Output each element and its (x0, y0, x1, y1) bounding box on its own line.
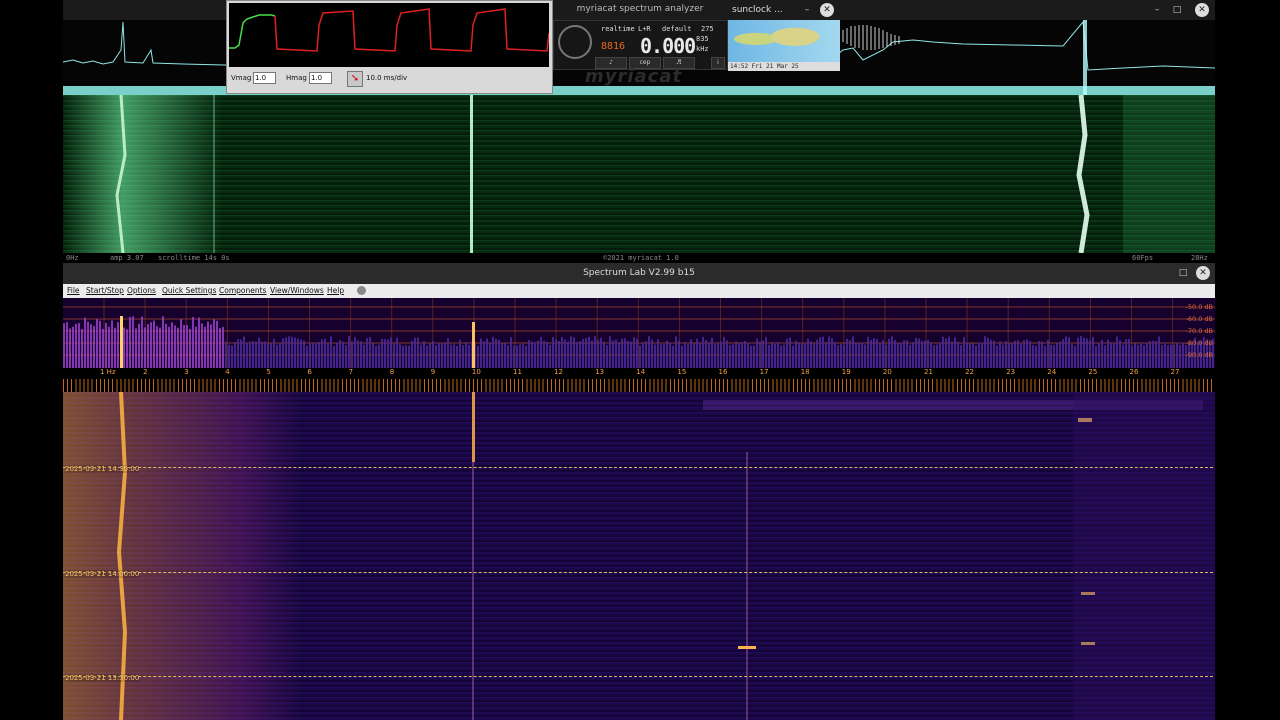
hmag-input[interactable]: 1.0 (309, 72, 332, 84)
radio-preset[interactable]: default (662, 25, 692, 33)
oscilloscope-controls: Vmag 1.0 Hmag 1.0 ➘ 10.0 ms/div (229, 70, 549, 88)
axis-label: 20 (882, 368, 892, 376)
db-label-60: -60.0 dB (1185, 315, 1213, 323)
menu-view-windows[interactable]: View/Windows (270, 286, 324, 295)
spectrumlab-waterfall[interactable]: 2025-03-21 14:30:00 2025-03-21 14:00:00 … (63, 392, 1215, 720)
menu-quick-settings[interactable]: Quick Settings (162, 286, 216, 295)
status-left-freq: 0Hz (66, 254, 79, 262)
db-label-70: -70.0 dB (1185, 327, 1213, 335)
axis-label: 10 (471, 368, 481, 376)
radio-mode[interactable]: realtime (601, 25, 635, 33)
db-label-50: -50.0 dB (1185, 303, 1213, 311)
timestamp-label: 2025-03-21 14:00:00 (65, 570, 140, 578)
timestamp-line (63, 676, 1213, 677)
timestamp-line (63, 572, 1213, 573)
info-button[interactable]: i (711, 57, 725, 69)
vmag-input[interactable]: 1.0 (253, 72, 276, 84)
axis-label: 3 (184, 368, 189, 376)
status-right-freq: 28Hz (1191, 254, 1208, 262)
axis-label: 17 (759, 368, 769, 376)
menu-components[interactable]: Components (219, 286, 266, 295)
frequency-ruler (63, 379, 1215, 392)
db-label-90: -90.0 dB (1185, 351, 1213, 359)
menu-start-stop[interactable]: Start/Stop (86, 286, 124, 295)
spectrumlab-menubar: File Start/Stop Options Quick Settings C… (63, 284, 1215, 298)
axis-label: 4 (225, 368, 230, 376)
trigger-arrow-icon[interactable]: ➘ (347, 71, 363, 87)
axis-label: 18 (800, 368, 810, 376)
myriacat-window-title: myriacat spectrum analyzer (576, 4, 704, 14)
axis-label: 19 (841, 368, 851, 376)
status-scrolltime: scrolltime 14s 0s (158, 254, 230, 262)
axis-label: 1 Hz (100, 368, 116, 376)
status-led-icon (357, 286, 366, 295)
close-icon[interactable]: ✕ (1195, 3, 1209, 17)
spectrumlab-spectrum-plot[interactable]: -50.0 dB -60.0 dB -70.0 dB -80.0 dB -90.… (63, 298, 1215, 368)
status-copyright: ©2021 myriacat 1.0 (603, 254, 679, 262)
sunclock-window-controls: – ✕ (800, 3, 840, 17)
minimize-icon[interactable]: – (800, 3, 814, 17)
sunclock-title: sunclock ... (732, 5, 783, 15)
radio-small-digits: 8816 (601, 41, 626, 52)
menu-options[interactable]: Options (127, 286, 156, 295)
axis-label: 26 (1129, 368, 1139, 376)
close-icon[interactable]: ✕ (820, 3, 834, 17)
menu-file[interactable]: File (67, 286, 80, 295)
axis-label: 7 (348, 368, 354, 376)
vmag-label: Vmag (231, 74, 252, 82)
axis-label: 23 (1006, 368, 1016, 376)
axis-label: 11 (513, 368, 522, 376)
axis-label: 6 (307, 368, 312, 376)
axis-label: 9 (430, 368, 436, 376)
timestamp-label: 2025-03-21 14:30:00 (65, 465, 140, 473)
db-label-80: -80.0 dB (1185, 339, 1213, 347)
sunclock-time: 14:52 Fri 21 Mar 25 (728, 62, 840, 71)
menu-help[interactable]: Help (327, 286, 344, 295)
axis-label: 15 (677, 368, 687, 376)
hmag-label: Hmag (286, 74, 307, 82)
axis-label: 8 (389, 368, 395, 376)
axis-label: 16 (718, 368, 728, 376)
myriacat-window-controls: – □ ✕ (1150, 3, 1220, 17)
axis-label: 5 (266, 368, 271, 376)
myriacat-waterfall[interactable] (63, 95, 1215, 253)
axis-label: 14 (636, 368, 646, 376)
axis-label: 2 (143, 368, 148, 376)
radio-sub-value: 835 (696, 35, 709, 43)
spectrumlab-titlebar: Spectrum Lab V2.99 b15 □ ✕ (63, 263, 1215, 284)
myriacat-watermark: myriacat (585, 66, 683, 87)
maximize-icon[interactable]: □ (1176, 266, 1190, 280)
timestamp-label: 2025-03-21 13:30:00 (65, 674, 140, 682)
timebase-label: 10.0 ms/div (366, 74, 408, 82)
radio-channel[interactable]: L+R (638, 25, 651, 33)
minimize-icon[interactable]: – (1150, 3, 1164, 17)
axis-label: 22 (965, 368, 975, 376)
axis-label: 21 (924, 368, 933, 376)
axis-label: 24 (1047, 368, 1057, 376)
oscilloscope-screen (229, 3, 549, 67)
status-amp: amp 3.07 (110, 254, 144, 262)
radio-frequency: 0.000 (640, 34, 696, 58)
axis-label: 27 (1170, 368, 1180, 376)
frequency-axis[interactable]: 1 Hz 2 3 4 5 6 7 8 9 10 11 12 13 14 15 16 17 18 19 20 21 22 23… (63, 368, 1215, 392)
status-fps: 60Fps (1132, 254, 1154, 262)
maximize-icon[interactable]: □ (1170, 3, 1184, 17)
axis-label: 25 (1088, 368, 1098, 376)
world-map[interactable] (728, 20, 840, 62)
dial-icon[interactable] (558, 25, 592, 59)
radio-unit: kHz (696, 45, 709, 53)
myriacat-status-bar: 0Hz amp 3.07 scrolltime 14s 0s ©2021 myr… (63, 253, 1215, 263)
close-icon[interactable]: ✕ (1196, 266, 1210, 280)
axis-label: 13 (595, 368, 605, 376)
timestamp-line (63, 467, 1213, 468)
axis-label: 12 (554, 368, 564, 376)
radio-value: 275 (701, 25, 714, 33)
spectrumlab-title: Spectrum Lab V2.99 b15 (583, 268, 695, 278)
